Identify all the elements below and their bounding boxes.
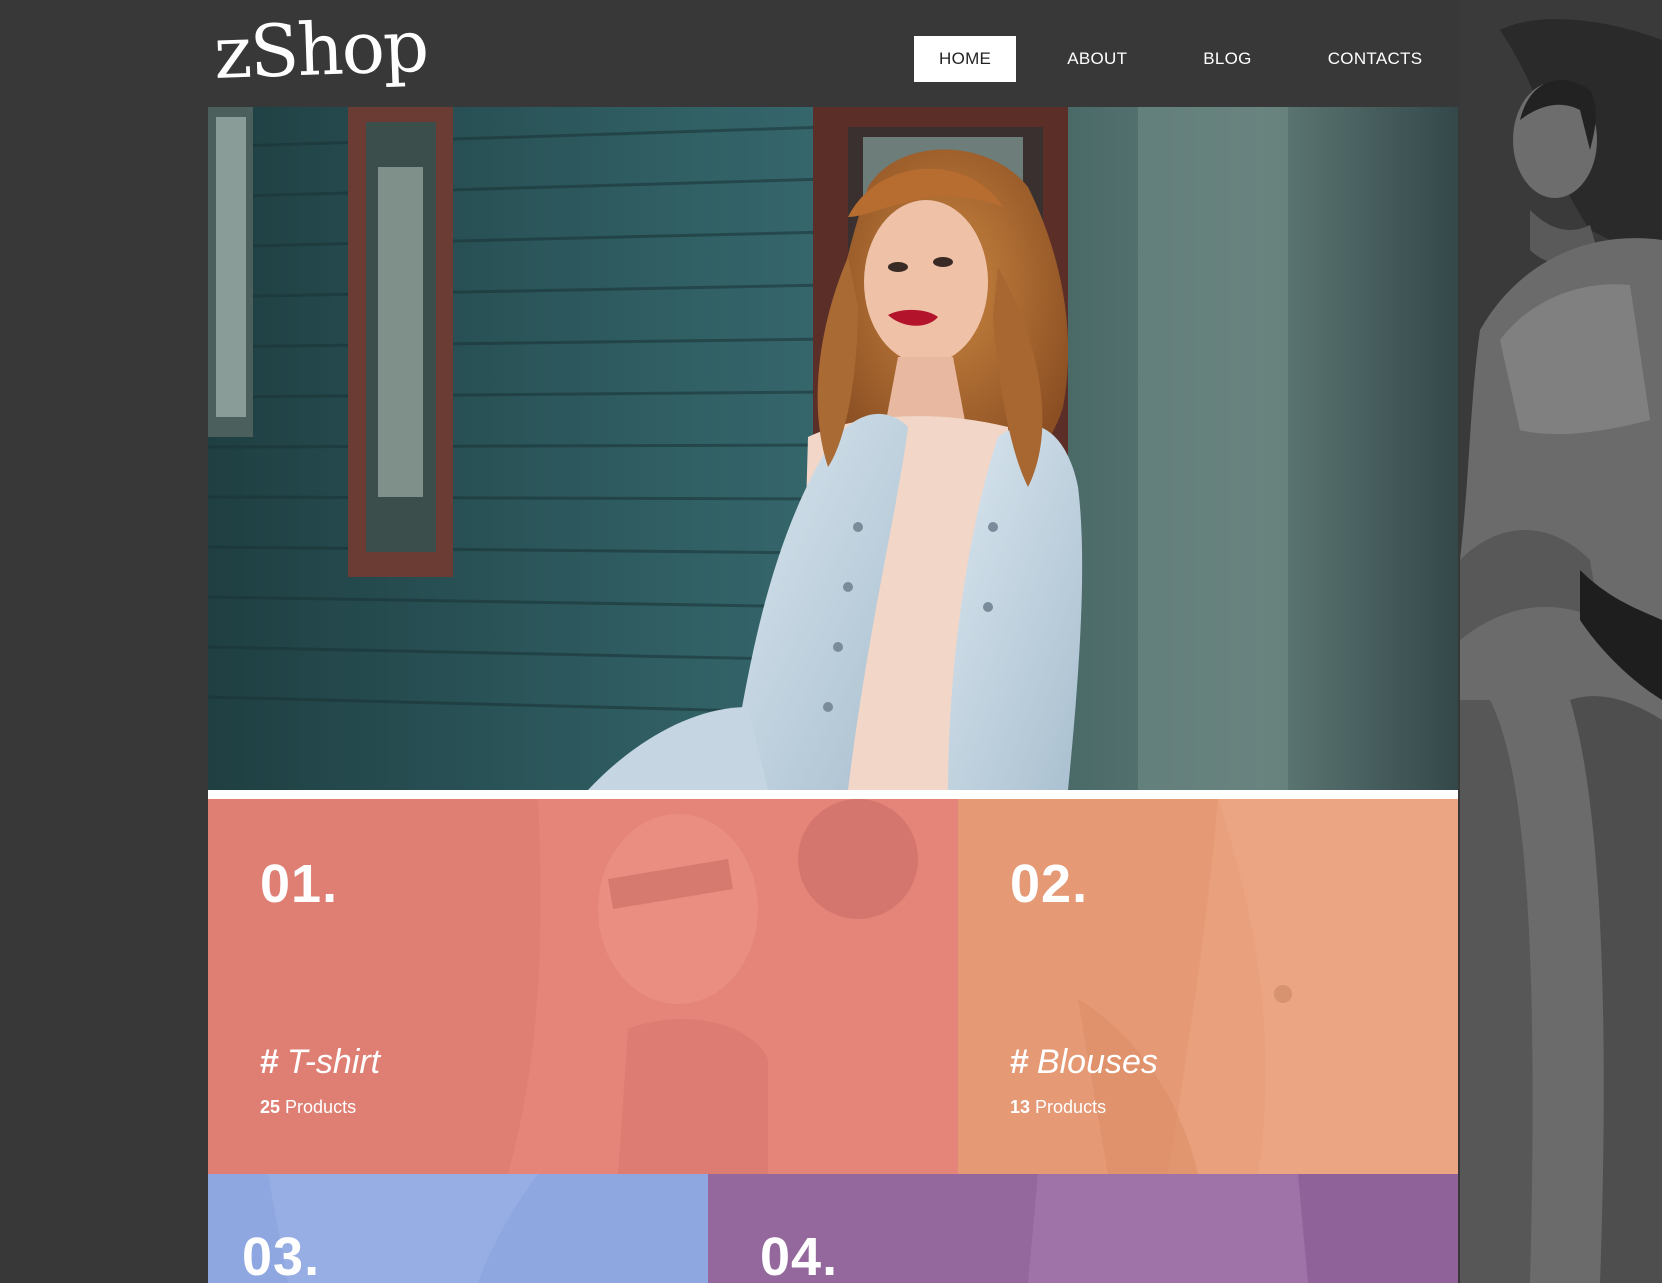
nav-contacts[interactable]: CONTACTS (1303, 36, 1448, 82)
product-count: 13 Products (1010, 1097, 1106, 1118)
hash-mark: # (260, 1043, 279, 1081)
product-count: 25 Products (260, 1097, 356, 1118)
product-count-number: 13 (1010, 1097, 1031, 1117)
hero-divider (208, 790, 1458, 799)
site-logo[interactable]: zShop (212, 0, 429, 102)
category-tile-blouses[interactable]: 02. # Blouses 13 Products (958, 799, 1458, 1174)
hero-image (208, 107, 1458, 790)
category-tile-03[interactable]: 03. (208, 1174, 708, 1283)
background-model-photo (1460, 0, 1662, 1283)
category-tile-04[interactable]: 04. (708, 1174, 1458, 1283)
category-tile-tshirt[interactable]: 01. # T-shirt 25 Products (208, 799, 958, 1174)
category-name: T-shirt (286, 1043, 381, 1081)
tile-number: 04. (760, 1227, 839, 1283)
nav-about[interactable]: ABOUT (1042, 36, 1152, 82)
site-header: zShop HOME ABOUT BLOG CONTACTS (0, 0, 1662, 107)
product-count-label: Products (285, 1097, 357, 1117)
nav-home[interactable]: HOME (914, 36, 1017, 82)
hash-mark: # (1010, 1043, 1029, 1081)
tile-number: 03. (242, 1227, 321, 1283)
category-name: Blouses (1036, 1043, 1158, 1081)
main-nav: HOME ABOUT BLOG CONTACTS (914, 36, 1447, 82)
product-count-number: 25 (260, 1097, 281, 1117)
tile-title: # T-shirt (260, 1043, 380, 1082)
product-count-label: Products (1035, 1097, 1107, 1117)
nav-blog[interactable]: BLOG (1178, 36, 1276, 82)
tile-title: # Blouses (1010, 1043, 1158, 1082)
tile-number: 01. (260, 854, 339, 914)
tile-number: 02. (1010, 854, 1089, 914)
